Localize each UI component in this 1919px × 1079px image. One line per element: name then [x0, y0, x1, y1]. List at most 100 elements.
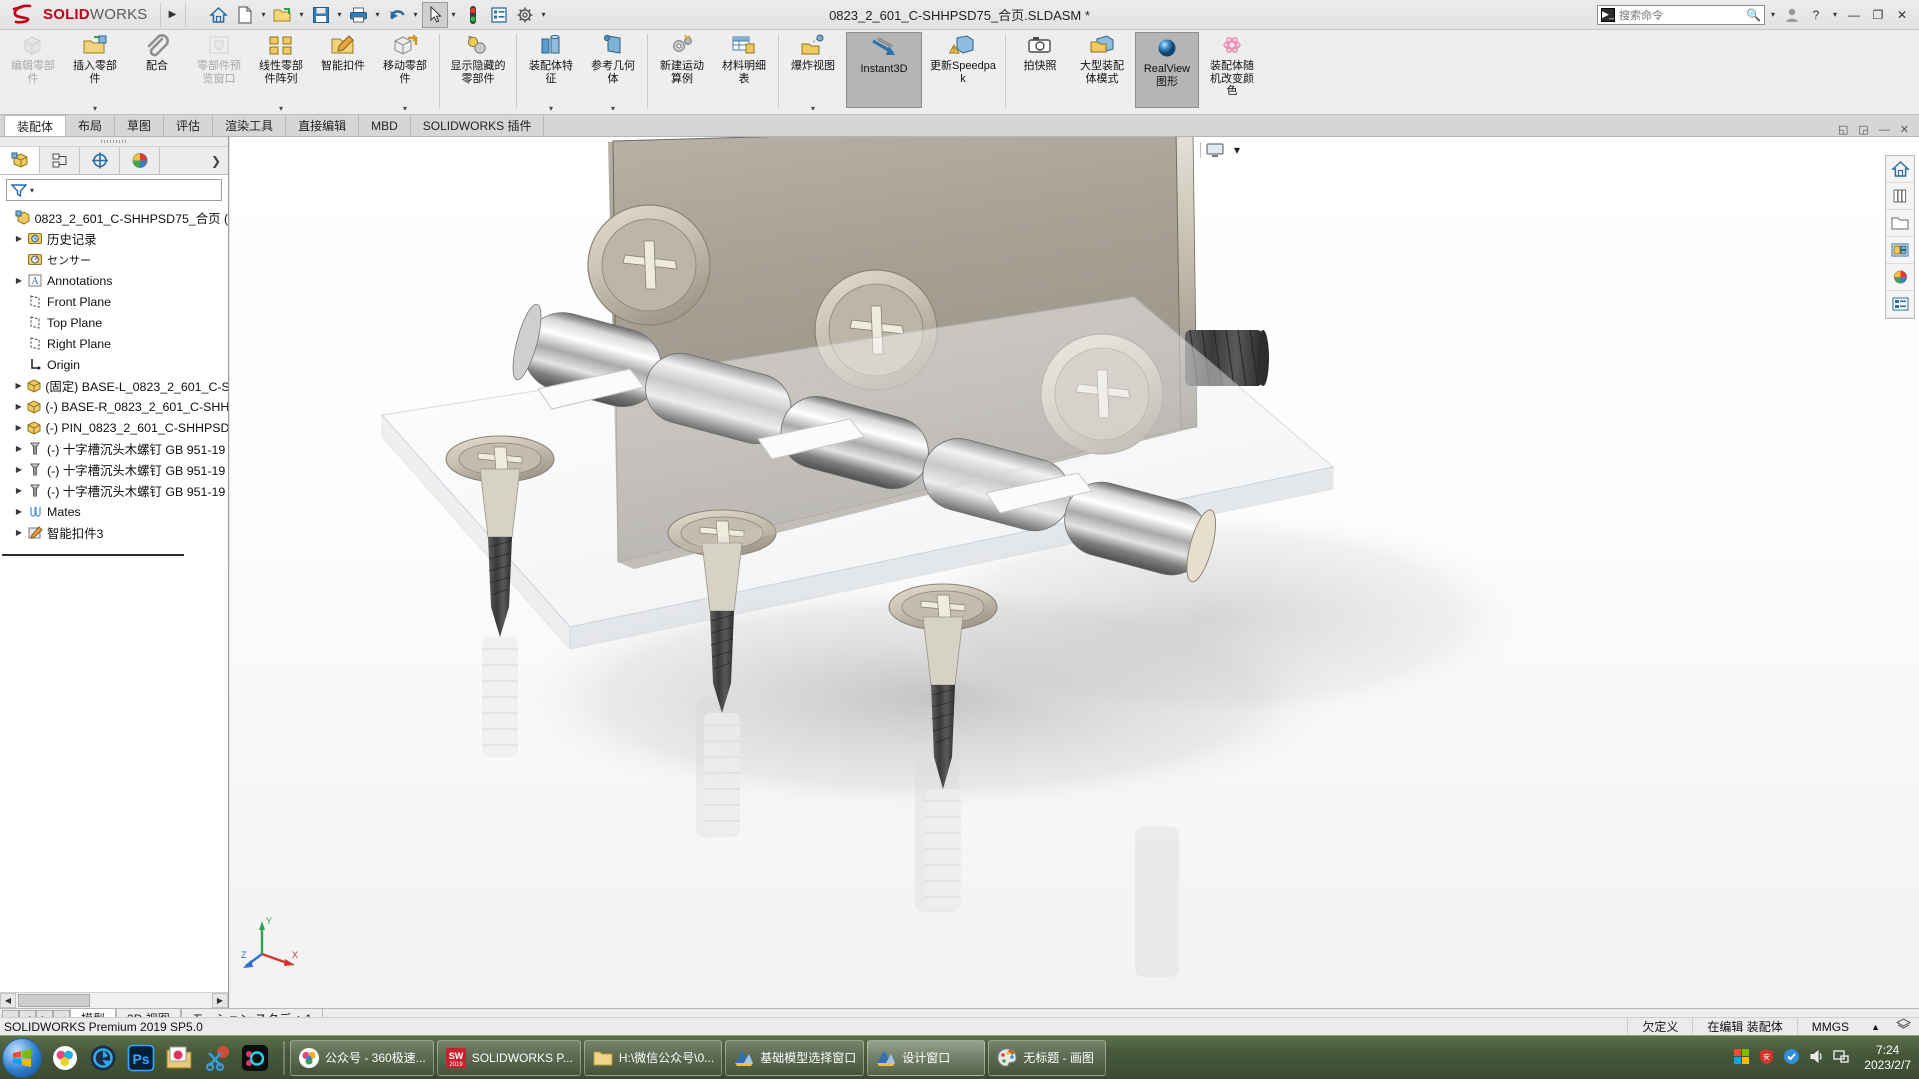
taskbar-item-4[interactable]: 设计窗口 [867, 1039, 986, 1076]
restore-button[interactable]: ❐ [1867, 3, 1889, 27]
ribbon-command-component-preview[interactable]: 零部件预览窗口 [188, 30, 250, 114]
ribbon-command-smart-fastener[interactable]: 智能扣件 [312, 30, 374, 114]
expand-arrow[interactable]: ▶ [12, 486, 26, 495]
chevron-down-icon[interactable]: ▾ [811, 104, 815, 113]
new-document-icon[interactable] [232, 2, 258, 28]
tree-node-base-r[interactable]: ▶ (-) BASE-R_0823_2_601_C-SHHP [2, 396, 228, 417]
ribbon-command-insert-component[interactable]: 插入零部件 ▾ [64, 30, 126, 114]
assembly-model-3d-view[interactable] [230, 137, 1919, 1008]
chevron-down-icon[interactable]: ▾ [410, 2, 422, 28]
tab-mbd[interactable]: MBD [358, 115, 411, 136]
ribbon-command-large-assembly-mode[interactable]: 大型装配体模式 [1071, 30, 1133, 114]
tree-node-screw-2[interactable]: ▶ (-) 十字槽沉头木螺钉 GB 951-19 [2, 459, 228, 480]
status-units[interactable]: MMGS [1796, 1017, 1863, 1036]
ribbon-command-exploded-view[interactable]: 爆炸视图 ▾ [782, 30, 844, 114]
tree-node-top-plane[interactable]: ▶ Top Plane [2, 312, 228, 333]
tree-node-smart-fastener-3[interactable]: ▶ 智能扣件3 [2, 522, 228, 543]
tree-node-sensors[interactable]: ▶ センサー [2, 249, 228, 270]
tab-assembly[interactable]: 装配体 [4, 115, 67, 136]
feature-tree[interactable]: ▶ 0823_2_601_C-SHHPSD75_合页 (De ▶ 历史记录 ▶ … [0, 203, 228, 992]
undo-icon[interactable] [384, 2, 410, 28]
expand-arrow[interactable]: ▶ [12, 444, 26, 453]
help-button[interactable]: ? [1805, 3, 1827, 27]
aperture-icon[interactable] [86, 1041, 120, 1075]
minimize-button[interactable]: — [1843, 3, 1865, 27]
graphics-viewport[interactable]: A ▾ ▾ ▾ ▾ ▾ [230, 137, 1919, 1008]
browser-globe-icon[interactable] [48, 1041, 82, 1075]
tree-node-origin[interactable]: ▶ Origin [2, 354, 228, 375]
folder-photo-icon[interactable] [162, 1041, 196, 1075]
ribbon-command-move-component[interactable]: 移动零部件 ▾ [374, 30, 436, 114]
taskbar-item-3[interactable]: 基础模型选择窗口 [725, 1039, 865, 1076]
search-icon[interactable]: 🔍 [1746, 8, 1761, 22]
chevron-down-icon[interactable]: ▾ [1829, 2, 1841, 28]
expand-arrow[interactable]: ▶ [12, 234, 26, 243]
open-folder-icon[interactable] [270, 2, 296, 28]
taskbar-item-5[interactable]: 无标题 - 画图 [988, 1039, 1107, 1076]
tree-node-screw-1[interactable]: ▶ (-) 十字槽沉头木螺钉 GB 951-19 [2, 438, 228, 459]
tab-configuration-manager[interactable] [80, 147, 120, 174]
network-icon[interactable] [1833, 1048, 1850, 1068]
chevron-down-icon[interactable]: ▾ [538, 2, 550, 28]
chevron-down-icon[interactable]: ▾ [1767, 2, 1779, 28]
expand-arrow[interactable]: ▶ [12, 465, 26, 474]
ribbon-command-reference-geometry[interactable]: 参考几何体 ▾ [582, 30, 644, 114]
doc-close-button[interactable]: ✕ [1900, 123, 1909, 136]
expand-arrow[interactable]: ▶ [12, 276, 26, 285]
ribbon-command-realview[interactable]: RealView图形 [1135, 32, 1199, 108]
home-icon[interactable] [206, 2, 232, 28]
settings-gear-icon[interactable] [512, 2, 538, 28]
chevron-down-icon[interactable]: ▾ [372, 2, 384, 28]
photoshop-icon[interactable]: Ps [124, 1041, 158, 1075]
tab-evaluate[interactable]: 评估 [163, 115, 214, 136]
doc-restore-left-icon[interactable]: ◱ [1838, 123, 1848, 136]
ribbon-command-snapshot[interactable]: 拍快照 [1009, 30, 1071, 114]
tree-node-front-plane[interactable]: ▶ Front Plane [2, 291, 228, 312]
units-caret-icon[interactable]: ▲ [1863, 1022, 1888, 1032]
chevron-down-icon[interactable]: ▾ [279, 104, 283, 113]
tree-node-pin[interactable]: ▶ (-) PIN_0823_2_601_C-SHHPSD7 [2, 417, 228, 438]
save-icon[interactable] [308, 2, 334, 28]
tab-layout[interactable]: 布局 [65, 115, 116, 136]
360-shield-icon[interactable] [1783, 1048, 1800, 1068]
chevron-down-icon[interactable]: ▾ [334, 2, 346, 28]
tree-node-base-l[interactable]: ▶ (固定) BASE-L_0823_2_601_C-SH [2, 375, 228, 396]
chevron-down-icon[interactable]: ▾ [296, 2, 308, 28]
tree-rollback-bar[interactable] [2, 554, 184, 556]
panel-tabs-more-button[interactable]: ❯ [204, 147, 228, 174]
chevron-down-icon[interactable]: ▾ [549, 104, 553, 113]
tab-sw-addins[interactable]: SOLIDWORKS 插件 [409, 115, 545, 136]
tab-render-tools[interactable]: 渲染工具 [212, 115, 287, 136]
taskbar-item-2[interactable]: H:\微信公众号\0... [583, 1039, 723, 1076]
chevron-down-icon[interactable]: ▾ [403, 104, 407, 113]
rebuild-icon[interactable] [460, 2, 486, 28]
ribbon-command-bom[interactable]: 材料明细表 [713, 30, 775, 114]
search-input[interactable]: ▶_ 搜索命令 🔍 [1597, 4, 1765, 25]
ribbon-command-update-speedpak[interactable]: ! 更新Speedpak [924, 30, 1002, 114]
antivirus-icon[interactable]: 安 [1758, 1048, 1775, 1068]
obs-icon[interactable] [238, 1041, 272, 1075]
expand-arrow[interactable]: ▶ [12, 423, 25, 432]
ribbon-command-random-color[interactable]: 装配体随机改变颜色 [1201, 30, 1263, 114]
doc-restore-right-icon[interactable]: ◲ [1858, 123, 1868, 136]
doc-minimize-button[interactable]: — [1879, 124, 1890, 136]
chevron-down-icon[interactable]: ▾ [258, 2, 270, 28]
windows-start-orb[interactable] [2, 1037, 42, 1078]
ribbon-command-linear-pattern[interactable]: 线性零部件阵列 ▾ [250, 30, 312, 114]
ribbon-command-show-hidden[interactable]: 显示隐藏的零部件 [443, 30, 513, 114]
tree-filter-bar[interactable]: ▾ [6, 179, 222, 201]
tree-node-assembly-root[interactable]: ▶ 0823_2_601_C-SHHPSD75_合页 (De [2, 207, 228, 228]
tree-horizontal-scrollbar[interactable]: ◀ ▶ [0, 992, 228, 1008]
layers-icon[interactable] [1888, 1018, 1919, 1035]
tree-node-history[interactable]: ▶ 历史记录 [2, 228, 228, 249]
tree-node-mates[interactable]: ▶ Mates [2, 501, 228, 522]
windows-flag-icon[interactable] [1733, 1048, 1750, 1068]
chevron-down-icon[interactable]: ▾ [448, 2, 460, 28]
chevron-down-icon[interactable]: ▾ [93, 104, 97, 113]
expand-arrow[interactable]: ▶ [12, 507, 26, 516]
chevron-down-icon[interactable]: ▾ [611, 104, 615, 113]
volume-icon[interactable] [1808, 1048, 1825, 1068]
scroll-right-button[interactable]: ▶ [212, 993, 228, 1008]
taskbar-clock[interactable]: 7:24 2023/2/7 [1858, 1043, 1911, 1073]
menu-expand-arrow[interactable]: ▶ [165, 9, 181, 20]
